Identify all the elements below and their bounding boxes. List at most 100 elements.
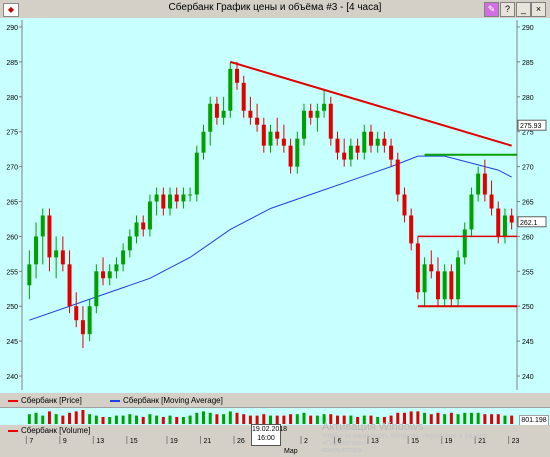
y-tick-label-left: 250	[6, 304, 18, 311]
tooltip-time: 16:00	[257, 435, 275, 442]
volume-bar	[47, 411, 51, 424]
volume-bar	[54, 414, 58, 424]
candle-body	[194, 152, 199, 195]
candle-body	[127, 236, 132, 251]
x-tick-label: 2	[304, 438, 308, 445]
candle-body	[275, 131, 280, 139]
price-chart[interactable]: 240 240 245 245 250 250 255 255 260 260 265 265 270 2…	[0, 18, 550, 393]
candle-body	[442, 271, 447, 300]
volume-bar	[282, 415, 286, 424]
ma-legend-icon	[110, 399, 120, 402]
volume-legend-icon	[8, 429, 18, 432]
candle-body	[395, 159, 400, 195]
candle-body	[335, 138, 340, 153]
y-tick-label-left: 280	[6, 95, 18, 102]
candle-body	[248, 110, 253, 118]
volume-bar	[275, 415, 279, 424]
volume-bar	[94, 415, 98, 424]
candle-body	[281, 138, 286, 146]
volume-bar	[215, 414, 219, 424]
volume-bar	[302, 412, 306, 424]
volume-bar	[141, 417, 145, 424]
y-tick-label-right: 265	[522, 200, 534, 207]
candle-body	[268, 131, 273, 146]
price-legend-icon	[8, 399, 18, 402]
month-label: Мар	[284, 448, 298, 455]
candle-body	[154, 194, 159, 202]
price-chart-area[interactable]: 240 240 245 245 250 250 255 255 260 260 265 265 270 2…	[0, 18, 550, 394]
date-tooltip: 19.02.2018 16:00	[251, 424, 287, 446]
x-tick-label: 9	[63, 438, 67, 445]
volume-bar	[228, 411, 232, 424]
price-tag-label: 275.93	[520, 123, 542, 130]
candle-body	[489, 194, 494, 209]
candle-body	[80, 320, 85, 335]
candle-body	[322, 103, 327, 111]
volume-bar	[255, 415, 259, 424]
volume-bar	[161, 417, 165, 424]
candle-body	[60, 250, 65, 265]
candle-body	[114, 264, 119, 272]
candle-body	[255, 117, 260, 125]
y-tick-label-right: 285	[522, 60, 534, 67]
y-tick-label-left: 265	[6, 200, 18, 207]
volume-bar	[27, 414, 31, 424]
candle-body	[208, 103, 213, 132]
candle-body	[34, 236, 39, 265]
close-button[interactable]: ×	[531, 2, 546, 17]
help-button[interactable]: ?	[500, 2, 515, 17]
volume-bar	[181, 417, 185, 424]
candle-body	[288, 145, 293, 167]
x-tick-label: 15	[130, 438, 138, 445]
candle-body	[355, 145, 360, 153]
volume-bar	[269, 415, 272, 424]
y-tick-label-right: 270	[522, 165, 534, 172]
volume-bar	[108, 417, 112, 424]
y-tick-label-left: 290	[6, 25, 18, 32]
candle-body	[235, 68, 240, 83]
candle-body	[382, 138, 387, 146]
volume-bar	[222, 414, 226, 424]
candle-body	[27, 264, 32, 286]
price-tag-label: 262.1	[520, 220, 538, 227]
candle-body	[107, 271, 112, 279]
candle-body	[241, 82, 246, 111]
volume-bar	[295, 414, 299, 424]
y-tick-label-right: 250	[522, 304, 534, 311]
volume-bar	[34, 412, 38, 424]
minimize-button[interactable]: _	[516, 2, 531, 17]
candle-body	[308, 110, 313, 118]
volume-bar	[195, 412, 199, 424]
volume-bar	[309, 415, 313, 424]
candle-body	[422, 264, 427, 293]
legend-ma: Сбербанк [Moving Average]	[110, 396, 223, 405]
candle-body	[181, 194, 186, 202]
watermark-subtitle: Чтобы активировать Windows, перейдите в …	[322, 433, 488, 447]
candle-body	[435, 271, 440, 300]
volume-bar	[168, 415, 172, 424]
candle-body	[456, 257, 461, 300]
candle-body	[429, 264, 434, 272]
volume-bar	[208, 412, 212, 424]
volume-bar	[135, 415, 139, 424]
candle-body	[368, 131, 373, 146]
candle-body	[415, 243, 420, 293]
candle-body	[315, 110, 320, 118]
y-tick-label-left: 285	[6, 60, 18, 67]
y-tick-label-left: 270	[6, 165, 18, 172]
candle-body	[67, 264, 72, 307]
volume-bar	[88, 414, 92, 424]
volume-bar	[68, 412, 72, 424]
candle-body	[348, 145, 353, 160]
candle-body	[168, 194, 173, 209]
candle-body	[188, 194, 193, 196]
candle-body	[469, 194, 474, 230]
volume-bar	[235, 412, 239, 424]
candle-body	[134, 222, 139, 237]
pin-icon[interactable]: ✎	[484, 2, 499, 17]
candle-body	[221, 110, 226, 118]
candle-body	[342, 152, 347, 160]
x-tick-label: 13	[96, 438, 104, 445]
candle-body	[389, 145, 394, 160]
candle-body	[54, 250, 59, 258]
